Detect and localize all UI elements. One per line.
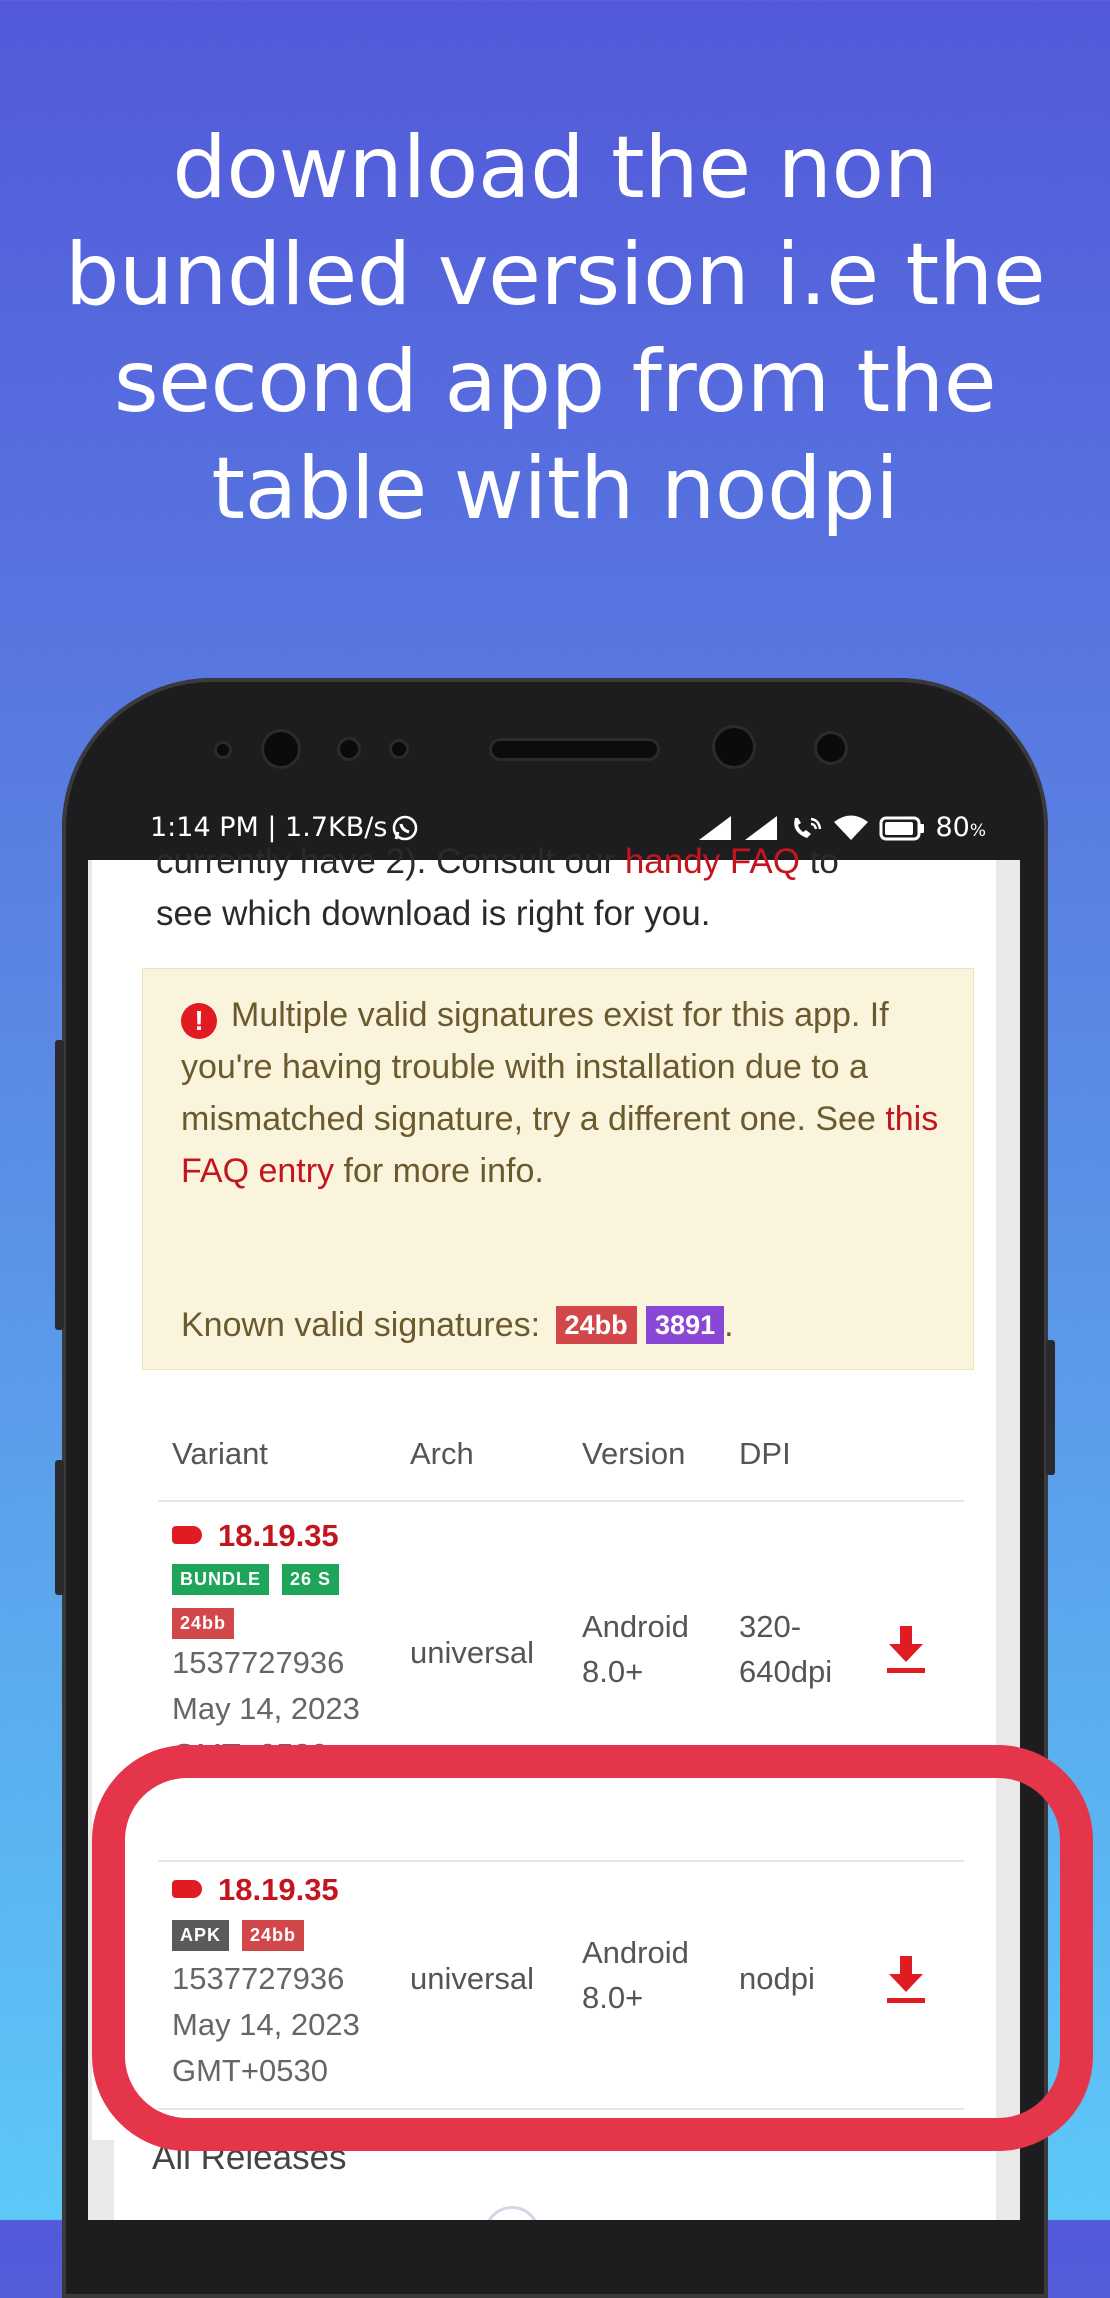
signature-badge[interactable]: 3891	[646, 1306, 725, 1344]
period: .	[724, 1306, 734, 1344]
highlight-ring	[92, 1745, 1093, 2151]
front-camera-left	[264, 732, 298, 766]
signature-badge[interactable]: 24bb	[555, 1306, 637, 1344]
signatures-label: Known valid signatures:	[181, 1306, 541, 1344]
battery-percent: 80%	[935, 812, 986, 843]
header-variant: Variant	[172, 1436, 268, 1471]
intro-cut-line: currently have 2). Consult our handy FAQ…	[156, 836, 839, 888]
build-number: 1537727936	[172, 1645, 345, 1680]
handy-faq-link[interactable]: handy FAQ	[625, 842, 800, 881]
sensor-dot	[392, 742, 406, 756]
sdk-chip: 26 S	[282, 1564, 340, 1595]
table-header: Variant Arch Version DPI	[92, 1436, 996, 1496]
warning-message: Multiple valid signatures exist for this…	[181, 996, 889, 1138]
sensor-dot	[340, 740, 358, 758]
power-button-left	[55, 1460, 64, 1595]
power-button-right	[1046, 1340, 1055, 1475]
signature-warning-box: ! Multiple valid signatures exist for thi…	[142, 968, 974, 1370]
alert-icon: !	[181, 1003, 217, 1039]
dpi-cell: 320-	[739, 1609, 802, 1644]
intro-cut-end: to	[799, 842, 839, 881]
battery-icon	[879, 816, 925, 840]
signature-chip: 24bb	[172, 1608, 235, 1639]
earpiece-speaker	[492, 741, 657, 758]
front-camera-right	[715, 728, 753, 766]
intro-line: see which download is right for you.	[156, 894, 711, 933]
arch-cell: universal	[410, 1635, 535, 1670]
download-icon[interactable]	[885, 1624, 927, 1676]
min-version-number: 8.0+	[582, 1654, 644, 1689]
wifi-icon	[834, 815, 869, 840]
battery-value: 80	[935, 812, 970, 843]
volume-button	[55, 1040, 64, 1330]
min-version: Android	[582, 1609, 689, 1644]
table-row[interactable]: 18.19.35 BUNDLE 26 S 24bb 1537727936 May…	[92, 1500, 996, 1770]
variant-version[interactable]: 18.19.35	[172, 1518, 339, 1554]
header-arch: Arch	[410, 1436, 474, 1471]
version-label: 18.19.35	[218, 1518, 339, 1553]
sensor-dot	[817, 734, 845, 762]
known-signatures: Known valid signatures: 24bb 3891.	[181, 1299, 734, 1351]
release-date: May 14, 2023	[172, 1691, 360, 1726]
header-version: Version	[582, 1436, 686, 1471]
warning-message-end: for more info.	[334, 1152, 544, 1190]
intro-cut-text: currently have 2). Consult our	[156, 842, 625, 881]
instruction-headline: download the non bundled version i.e the…	[64, 118, 1046, 539]
dpi-cell-range: 640dpi	[739, 1654, 833, 1689]
tag-icon	[172, 1526, 202, 1544]
loading-icon	[484, 2206, 540, 2220]
bundle-chip: BUNDLE	[172, 1564, 269, 1595]
header-dpi: DPI	[739, 1436, 791, 1471]
warning-text: ! Multiple valid signatures exist for thi…	[181, 989, 941, 1197]
sensor-dot	[217, 744, 229, 756]
